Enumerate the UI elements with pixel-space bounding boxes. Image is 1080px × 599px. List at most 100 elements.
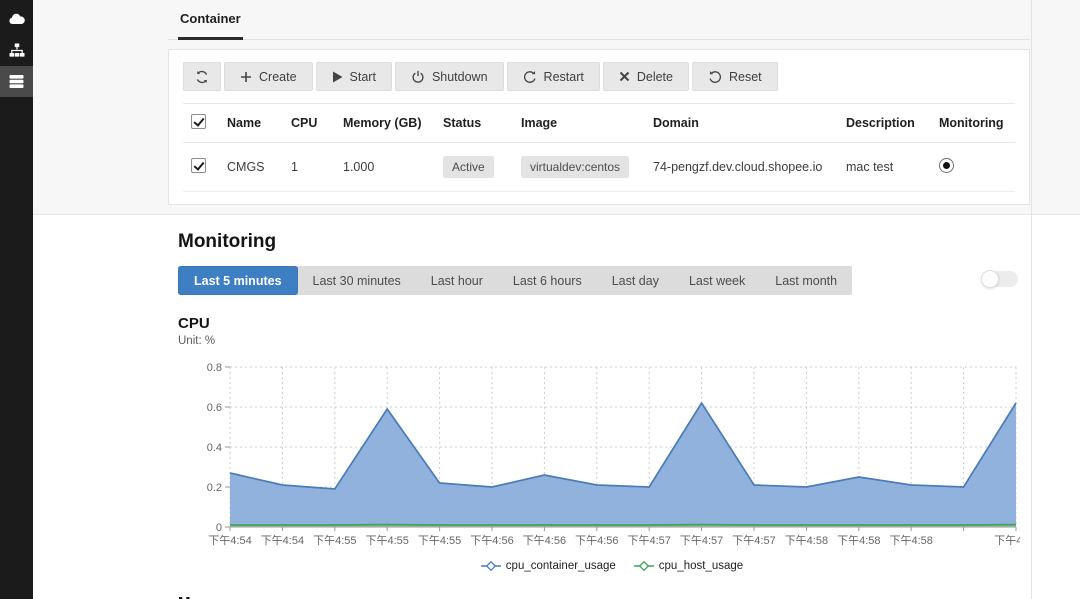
sitemap-icon — [9, 43, 25, 58]
svg-text:0.8: 0.8 — [207, 362, 222, 374]
svg-text:下午4:56: 下午4:56 — [575, 534, 618, 547]
sidebar-item-cloud[interactable] — [0, 4, 33, 35]
cpu-chart-legend: cpu_container_usage cpu_host_usage — [204, 560, 1020, 572]
shutdown-button[interactable]: Shutdown — [395, 62, 504, 91]
monitoring-radio[interactable] — [939, 158, 954, 173]
col-header-status: Status — [435, 104, 513, 143]
status-badge: Active — [443, 156, 494, 178]
container-panel: Container — [33, 0, 1080, 215]
cell-memory: 1.000 — [335, 143, 435, 192]
col-header-description: Description — [838, 104, 931, 143]
legend-label: cpu_container_usage — [506, 560, 616, 572]
range-selector: Last 5 minutes Last 30 minutes Last hour… — [178, 266, 852, 295]
range-selector-row: Last 5 minutes Last 30 minutes Last hour… — [178, 266, 1030, 295]
main-area: Container — [33, 0, 1080, 599]
monitoring-title: Monitoring — [178, 231, 1030, 253]
restart-button-label: Restart — [544, 70, 584, 84]
auto-refresh-toggle[interactable] — [982, 271, 1018, 287]
cell-cpu: 1 — [283, 143, 335, 192]
reset-button-label: Reset — [729, 70, 762, 84]
col-header-image: Image — [513, 104, 645, 143]
col-header-domain: Domain — [645, 104, 838, 143]
range-last-month[interactable]: Last month — [760, 266, 852, 295]
svg-text:下午4:59: 下午4:59 — [994, 534, 1020, 547]
container-table: Name CPU Memory (GB) Status Image Domain… — [183, 103, 1015, 192]
container-card: Create Start — [168, 49, 1030, 205]
legend-label: cpu_host_usage — [659, 560, 743, 572]
svg-text:0: 0 — [216, 522, 222, 534]
svg-text:0.2: 0.2 — [207, 482, 222, 494]
cpu-chart: 0 0.2 0.4 0.6 0.8 下午4:54 下午4:54 下午4:55 下午4:55 下午4… — [204, 359, 1030, 572]
refresh-icon — [195, 70, 209, 84]
svg-text:下午4:58: 下午4:58 — [837, 534, 880, 547]
cpu-chart-unit: Unit: % — [178, 335, 1030, 347]
restart-icon — [523, 70, 537, 84]
memory-chart-title: Memory — [178, 594, 1030, 599]
col-header-monitoring: Monitoring — [931, 104, 1015, 143]
delete-icon — [619, 71, 630, 82]
svg-text:下午4:57: 下午4:57 — [627, 534, 670, 547]
col-header-cpu: CPU — [283, 104, 335, 143]
sidebar-item-sitemap[interactable] — [0, 35, 33, 66]
delete-button[interactable]: Delete — [603, 62, 689, 91]
restart-button[interactable]: Restart — [507, 62, 600, 91]
col-header-name: Name — [219, 104, 283, 143]
svg-text:0.4: 0.4 — [207, 442, 222, 454]
legend-cpu_host_usage[interactable]: cpu_host_usage — [634, 560, 743, 572]
toggle-knob — [981, 270, 999, 288]
toolbar: Create Start — [183, 62, 1015, 91]
svg-text:下午4:57: 下午4:57 — [680, 534, 723, 547]
row-checkbox[interactable] — [191, 158, 206, 173]
svg-text:下午4:55: 下午4:55 — [313, 534, 356, 547]
cpu-chart-canvas: 0 0.2 0.4 0.6 0.8 下午4:54 下午4:54 下午4:55 下午4:55 下午4… — [204, 359, 1020, 549]
legend-marker-icon — [481, 561, 501, 571]
svg-text:下午4:55: 下午4:55 — [365, 534, 408, 547]
col-header-memory: Memory (GB) — [335, 104, 435, 143]
tab-container[interactable]: Container — [178, 0, 243, 40]
server-stack-icon — [9, 74, 24, 89]
play-icon — [332, 71, 343, 83]
reset-button[interactable]: Reset — [692, 62, 778, 91]
tab-bar: Container — [168, 0, 1030, 40]
range-last-30-minutes[interactable]: Last 30 minutes — [298, 266, 416, 295]
range-last-6-hours[interactable]: Last 6 hours — [498, 266, 597, 295]
content-right-divider — [1031, 0, 1032, 599]
power-icon — [411, 70, 425, 84]
sidebar-item-containers[interactable] — [0, 66, 33, 97]
tab-container-label: Container — [180, 11, 241, 26]
start-button[interactable]: Start — [316, 62, 392, 91]
delete-button-label: Delete — [637, 70, 673, 84]
svg-text:下午4:55: 下午4:55 — [418, 534, 461, 547]
cell-name: CMGS — [219, 143, 283, 192]
plus-icon — [240, 71, 252, 83]
app-sidebar — [0, 0, 33, 599]
create-button[interactable]: Create — [224, 62, 313, 91]
cell-description: mac test — [838, 143, 931, 192]
refresh-button[interactable] — [183, 62, 221, 91]
monitoring-section: Monitoring Last 5 minutes Last 30 minute… — [168, 215, 1030, 599]
range-last-5-minutes[interactable]: Last 5 minutes — [178, 266, 298, 295]
range-last-day[interactable]: Last day — [597, 266, 674, 295]
svg-text:下午4:54: 下午4:54 — [208, 534, 251, 547]
create-button-label: Create — [259, 70, 297, 84]
svg-text:下午4:58: 下午4:58 — [889, 534, 932, 547]
svg-text:0.6: 0.6 — [207, 402, 222, 414]
reset-icon — [708, 70, 722, 84]
legend-marker-icon — [634, 561, 654, 571]
start-button-label: Start — [350, 70, 376, 84]
image-badge: virtualdev:centos — [521, 156, 629, 178]
svg-text:下午4:58: 下午4:58 — [785, 534, 828, 547]
legend-cpu_container_usage[interactable]: cpu_container_usage — [481, 560, 616, 572]
svg-text:下午4:54: 下午4:54 — [261, 534, 304, 547]
svg-text:下午4:56: 下午4:56 — [470, 534, 513, 547]
range-last-week[interactable]: Last week — [674, 266, 760, 295]
table-header-row: Name CPU Memory (GB) Status Image Domain… — [183, 104, 1015, 143]
select-all-checkbox[interactable] — [191, 114, 206, 129]
shutdown-button-label: Shutdown — [432, 70, 488, 84]
svg-text:下午4:56: 下午4:56 — [523, 534, 566, 547]
cpu-chart-title: CPU — [178, 315, 1030, 332]
cloud-icon — [8, 13, 25, 26]
range-last-hour[interactable]: Last hour — [416, 266, 498, 295]
table-row: CMGS 1 1.000 Active virtualdev:centos 74… — [183, 143, 1015, 192]
cell-domain: 74-pengzf.dev.cloud.shopee.io — [645, 143, 838, 192]
